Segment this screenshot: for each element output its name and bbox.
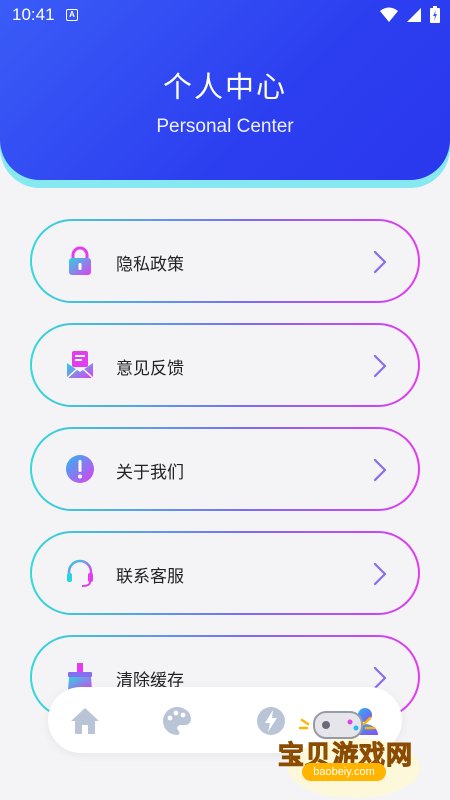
menu-item-inner: 隐私政策 xyxy=(32,221,418,301)
page-subtitle: Personal Center xyxy=(156,116,294,137)
status-bar: 10:41 A xyxy=(0,0,450,30)
menu-item-feedback[interactable]: 意见反馈 xyxy=(30,323,420,407)
menu-item-label: 意见反馈 xyxy=(116,359,184,379)
chevron-right-icon xyxy=(373,458,387,482)
signal-icon xyxy=(407,7,421,22)
menu-item-label: 联系客服 xyxy=(116,567,184,587)
wifi-icon xyxy=(380,7,398,22)
status-time: 10:41 xyxy=(12,5,55,24)
menu-item-inner: 意见反馈 xyxy=(32,325,418,405)
watermark-url: baobeiy.com xyxy=(302,763,386,781)
notification-icon: A xyxy=(66,9,78,21)
menu-item-privacy-policy[interactable]: 隐私政策 xyxy=(30,219,420,303)
info-icon xyxy=(66,455,94,483)
menu-item-inner: 关于我们 xyxy=(32,429,418,509)
header: 10:41 A 个人中心 Personal Center xyxy=(0,0,450,180)
page-title: 个人中心 xyxy=(162,70,287,104)
menu-item-customer-service[interactable]: 联系客服 xyxy=(30,531,420,615)
chevron-right-icon xyxy=(373,562,387,586)
menu-item-inner: 联系客服 xyxy=(32,533,418,613)
home-icon[interactable] xyxy=(68,704,102,738)
lock-icon xyxy=(69,246,91,275)
menu-item-label: 关于我们 xyxy=(116,463,184,483)
system-icons xyxy=(380,6,440,23)
menu-item-about-us[interactable]: 关于我们 xyxy=(30,427,420,511)
palette-icon[interactable] xyxy=(160,704,194,738)
menu-item-label: 隐私政策 xyxy=(116,255,184,275)
chevron-right-icon xyxy=(373,354,387,378)
battery-icon xyxy=(430,6,440,23)
chevron-right-icon xyxy=(373,250,387,274)
headset-icon xyxy=(67,559,93,587)
mail-feedback-icon xyxy=(66,351,94,379)
